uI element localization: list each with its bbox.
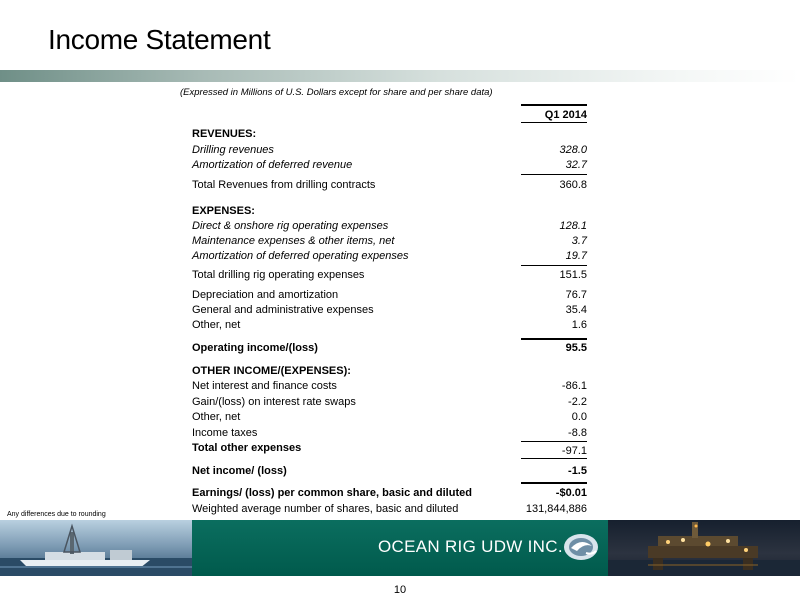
section-header-revenues: REVENUES: [192,128,587,143]
subtotal-rule [521,265,587,266]
row-label: OTHER INCOME/(EXPENSES): [192,365,351,377]
rig-night-photo [608,520,800,576]
total-rule [521,482,587,484]
table-row-operating-income: Operating income/(loss) 95.5 [192,342,587,357]
table-row: Depreciation and amortization 76.7 [192,289,587,304]
table-row-total-rig-expenses: Total drilling rig operating expenses 15… [192,269,587,284]
row-label: Net income/ (loss) [192,465,287,477]
row-label: Operating income/(loss) [192,342,318,354]
footer-banner: OCEAN RIG UDW INC. [0,520,800,576]
row-value: -97.1 [561,445,587,457]
table-row: Gain/(loss) on interest rate swaps -2.2 [192,396,587,411]
row-value: 35.4 [565,304,587,316]
row-label: Direct & onshore rig operating expenses [192,220,389,232]
row-label: Amortization of deferred revenue [192,159,353,171]
row-value: 0.0 [571,411,587,423]
table-row: Net interest and finance costs -86.1 [192,380,587,395]
row-label: Total other expenses [192,442,302,454]
row-label: EXPENSES: [192,205,255,217]
units-note: (Expressed in Millions of U.S. Dollars e… [180,87,493,98]
row-value: 32.7 [565,159,587,171]
row-value: -1.5 [568,465,587,477]
table-row: Amortization of deferred operating expen… [192,250,587,265]
row-value: 1.6 [571,319,587,331]
page-number: 10 [393,584,407,596]
rounding-footnote: Any differences due to rounding [7,511,106,518]
row-label: Weighted average number of shares, basic… [192,503,459,515]
row-value: 95.5 [565,342,587,354]
table-row: Income taxes -8.8 [192,427,587,442]
table-row: Drilling revenues 328.0 [192,144,587,159]
row-value: 151.5 [559,269,587,281]
table-row-eps: Earnings/ (loss) per common share, basic… [192,487,587,502]
slide-title: Income Statement [48,24,271,55]
row-label: Total Revenues from drilling contracts [192,179,376,191]
row-value: 76.7 [565,289,587,301]
subtotal-rule [521,458,587,459]
row-value: 131,844,886 [525,503,587,515]
table-row-net-income: Net income/ (loss) -1.5 [192,465,587,480]
row-value: 360.8 [559,179,587,191]
row-value: -8.8 [568,427,587,439]
row-value: -86.1 [561,380,587,392]
table-row: Amortization of deferred revenue 32.7 [192,159,587,174]
row-label: Net interest and finance costs [192,380,337,392]
subtotal-rule [521,174,587,175]
row-label: Gain/(loss) on interest rate swaps [192,396,356,408]
ocean-rig-logo-icon [562,531,600,563]
row-value: -$0.01 [555,487,587,499]
table-row-total-revenues: Total Revenues from drilling contracts 3… [192,179,587,194]
row-label: Other, net [192,319,241,331]
row-value: 3.7 [571,235,587,247]
row-label: Amortization of deferred operating expen… [192,250,409,262]
drillship-photo [0,520,192,576]
row-label: Depreciation and amortization [192,289,339,301]
row-label: REVENUES: [192,128,257,140]
subtotal-rule [521,338,587,340]
row-value: 128.1 [559,220,587,232]
row-label: General and administrative expenses [192,304,374,316]
table-row-weighted-shares: Weighted average number of shares, basic… [192,503,587,518]
table-row: Other, net 0.0 [192,411,587,426]
row-label: Income taxes [192,427,258,439]
table-row-total-other-expenses: Total other expenses -97.1 [192,442,587,457]
section-header-expenses: EXPENSES: [192,205,587,220]
column-header-q1-2014: Q1 2014 [521,104,587,123]
table-row: Direct & onshore rig operating expenses … [192,220,587,235]
row-label: Maintenance expenses & other items, net [192,235,395,247]
table-row: Maintenance expenses & other items, net … [192,235,587,250]
row-value: -2.2 [568,396,587,408]
row-label: Other, net [192,411,241,423]
section-header-other-income: OTHER INCOME/(EXPENSES): [192,365,587,380]
table-row: General and administrative expenses 35.4 [192,304,587,319]
title-gradient-band [0,70,800,82]
row-value: 328.0 [559,144,587,156]
row-label: Total drilling rig operating expenses [192,269,365,281]
row-value: 19.7 [565,250,587,262]
row-label: Drilling revenues [192,144,274,156]
company-name: OCEAN RIG UDW INC. [378,537,563,556]
banner-brand-strip: OCEAN RIG UDW INC. [192,520,608,576]
table-row: Other, net 1.6 [192,319,587,334]
row-label: Earnings/ (loss) per common share, basic… [192,487,472,499]
